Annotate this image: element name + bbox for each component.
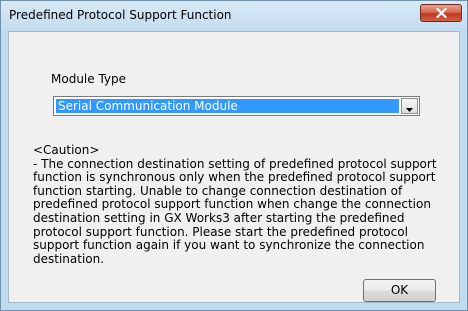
dialog-window: Predefined Protocol Support Function Mod… [0, 0, 468, 311]
module-type-dropdown[interactable]: Serial Communication Module [53, 96, 420, 116]
caution-text: <Caution> - The connection destination s… [33, 143, 437, 266]
title-bar[interactable]: Predefined Protocol Support Function [1, 1, 467, 31]
close-button[interactable] [420, 4, 462, 22]
ok-button[interactable]: OK [363, 279, 436, 302]
dialog-content: Module Type Serial Communication Module … [8, 31, 460, 303]
module-type-selected-value: Serial Communication Module [56, 99, 399, 113]
module-type-label: Module Type [51, 72, 127, 86]
close-icon [435, 8, 447, 18]
dropdown-arrow-button[interactable] [401, 98, 418, 114]
window-title: Predefined Protocol Support Function [9, 8, 232, 22]
chevron-down-icon [406, 97, 413, 116]
